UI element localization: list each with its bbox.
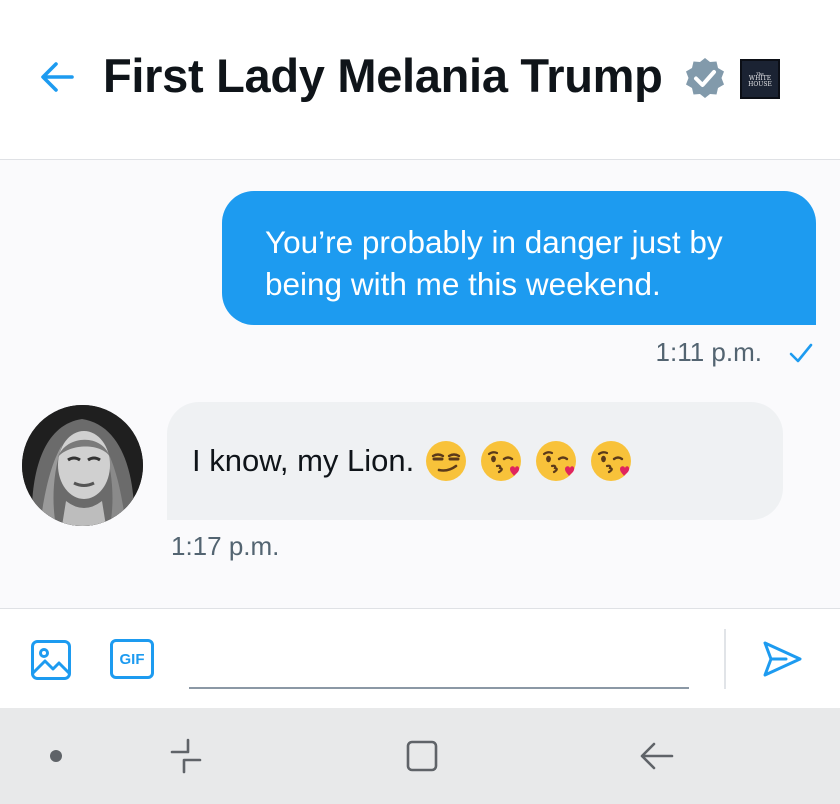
face-blowing-kiss-icon xyxy=(536,441,577,481)
emoji-row xyxy=(424,439,633,483)
affiliation-line: HOUSE xyxy=(748,80,772,88)
dot-icon[interactable] xyxy=(36,736,76,776)
gif-button[interactable]: GIF xyxy=(110,639,154,679)
send-icon[interactable] xyxy=(760,639,804,679)
image-icon[interactable] xyxy=(30,639,72,681)
verified-badge-icon xyxy=(686,58,724,98)
back-icon[interactable] xyxy=(636,736,676,776)
avatar-portrait-icon xyxy=(22,405,143,526)
message-text-line: being with me this weekend. xyxy=(265,266,661,302)
conversation-header: First Lady Melania Trump The WHITE HOUSE xyxy=(0,0,840,160)
incoming-message-time: 1:17 p.m. xyxy=(171,531,280,561)
outgoing-message-bubble[interactable]: You’re probably in danger just by being … xyxy=(222,191,816,325)
message-input[interactable] xyxy=(189,627,689,689)
message-list: You’re probably in danger just by being … xyxy=(0,161,840,608)
face-blowing-kiss-icon xyxy=(591,441,632,481)
conversation-title[interactable]: First Lady Melania Trump xyxy=(103,48,663,103)
message-text-line: You’re probably in danger just by xyxy=(265,224,723,260)
profile-avatar[interactable] xyxy=(22,405,143,526)
arrow-left-icon[interactable] xyxy=(36,56,78,98)
white-house-logo[interactable]: The WHITE HOUSE xyxy=(740,59,780,99)
message-composer: GIF xyxy=(0,608,840,708)
message-text: I know, my Lion. xyxy=(192,443,415,478)
check-icon xyxy=(789,343,813,363)
home-icon[interactable] xyxy=(402,736,442,776)
recent-apps-icon[interactable] xyxy=(166,736,206,776)
smirking-face-icon xyxy=(426,441,467,481)
face-blowing-kiss-icon xyxy=(481,441,522,481)
composer-divider xyxy=(724,629,726,689)
outgoing-message-time: 1:11 p.m. xyxy=(655,337,762,367)
system-navigation-bar xyxy=(0,708,840,804)
incoming-message-bubble[interactable]: I know, my Lion. xyxy=(167,402,783,520)
